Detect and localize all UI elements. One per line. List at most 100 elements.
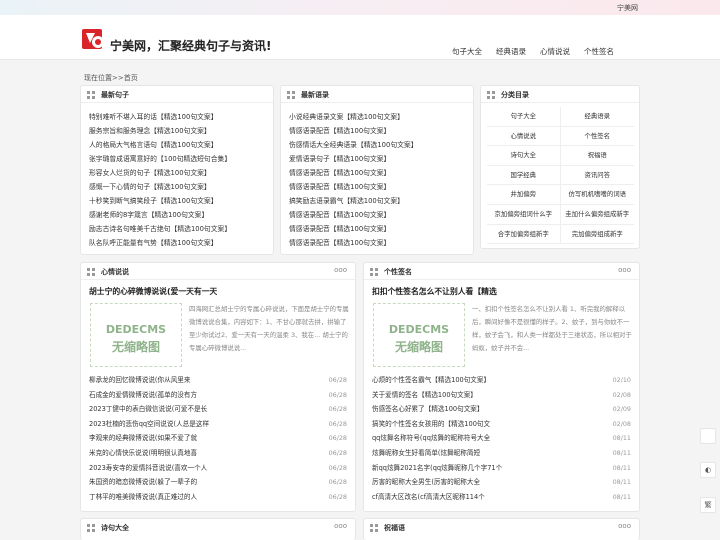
item-date: 06/28	[328, 419, 347, 428]
site-title[interactable]: 宁美网，汇聚经典句子与资讯!	[110, 37, 271, 54]
list-item[interactable]: 情感语录配音【精选100句文案】	[289, 124, 418, 138]
list-item[interactable]: cf高清大区改名(cf高清大区昵称114个 08/11	[372, 490, 631, 505]
list-item[interactable]: 情感语录配音【精选100句文案】	[289, 208, 418, 222]
list-item[interactable]: 感谢老师的8字箴言【精选100句文案】	[89, 208, 231, 222]
category-link[interactable]: 合字加偏旁组新字	[487, 224, 561, 245]
item-title[interactable]: 关于爱情的签名【精选100句文案】	[372, 388, 477, 403]
nav-item-sentences[interactable]: 句子大全	[452, 46, 482, 57]
category-link[interactable]: 国学经典	[487, 165, 561, 186]
list-item[interactable]: 丁林平的唯美微博说说(真正难过的人 06/28	[89, 490, 347, 505]
signature-section-card: 个性签名 ooo 扣扣个性签名怎么不让别人看【精选 DEDECMS 无缩略图 一…	[363, 262, 640, 512]
list-item[interactable]: 伤感签名心好累了【精选100句文案】 02/09	[372, 402, 631, 417]
list-item[interactable]: 小说经典语录文案【精选100句文案】	[289, 110, 418, 124]
list-item[interactable]: 心烦的个性签名霸气【精选100句文案】 02/10	[372, 373, 631, 388]
list-item[interactable]: 情感语录配音【精选100句文案】	[289, 236, 418, 250]
list-item[interactable]: 特别难听不堪入耳的话【精选100句文案】	[89, 110, 231, 124]
category-link[interactable]: 资讯问答	[560, 166, 634, 186]
list-item[interactable]: 励志古诗名句唯美千古绝句【精选100句文案】	[89, 222, 231, 236]
category-link[interactable]: 京加偏旁组词什么字	[487, 204, 561, 225]
category-link[interactable]: 祝福语	[560, 146, 634, 166]
list-item[interactable]: 新qq炫舞2021名字(qq炫舞昵称几个字71个 08/11	[372, 461, 631, 476]
item-title[interactable]: 搞笑的个性签名女孩用的【精选100句文	[372, 417, 490, 432]
featured-excerpt: 一、扣扣个性签名怎么不让别人看 1、听完我的解释以后，瞬间好像不是很懂的样子。2…	[472, 305, 632, 352]
more-link[interactable]: ooo	[618, 266, 631, 274]
list-item[interactable]: 队名队呼正能量有气势【精选100句文案】	[89, 236, 231, 250]
list-item[interactable]: 搞笑励志语录霸气【精选100句文案】	[289, 194, 418, 208]
category-link[interactable]: 圭加什么偏旁组成新字	[560, 205, 634, 225]
category-link[interactable]: 句子大全	[487, 107, 561, 127]
category-link[interactable]: 诗句大全	[487, 146, 561, 166]
item-title[interactable]: 李观来的经典微博说说(如果不爱了就	[89, 431, 197, 446]
list-item[interactable]: 厉害的昵称大全男生(厉害的昵称大全 08/11	[372, 475, 631, 490]
nav-item-mood[interactable]: 心情说说	[540, 46, 570, 57]
item-title[interactable]: 丁林平的唯美微博说说(真正难过的人	[89, 490, 197, 505]
theme-toggle-icon[interactable]: ◐	[700, 462, 716, 478]
item-title[interactable]: 炫舞昵称女生好看简单(炫舞昵称简短	[372, 446, 480, 461]
featured-article-title[interactable]: 胡士宁的心碎微博说说(爱一天有一天	[89, 286, 217, 297]
list-item[interactable]: 2023丁健中的表白微信说说(可爱不是长 06/28	[89, 402, 347, 417]
item-title[interactable]: qq炫舞名称符号(qq炫舞的昵称符号大全	[372, 431, 490, 446]
site-logo-icon[interactable]	[82, 27, 106, 51]
list-item[interactable]: 情感语录配音【精选100句文案】	[289, 180, 418, 194]
item-title[interactable]: 柳承龙的回忆微博说说(你从风里来	[89, 373, 190, 388]
card-header: 最新语录	[281, 86, 473, 103]
card-header: 最新句子	[81, 86, 273, 103]
list-item[interactable]: 米克的心情快乐说说(明明很认真地喜 06/28	[89, 446, 347, 461]
list-item[interactable]: 李观来的经典微博说说(如果不爱了就 06/28	[89, 431, 347, 446]
list-item[interactable]: 十秒笑到断气搞笑段子【精选100句文案】	[89, 194, 231, 208]
category-grid: 句子大全 经典语录 心情说说 个性签名 诗句大全 祝福语 国学经典 资讯问答 井…	[487, 107, 634, 245]
item-title[interactable]: 石成金的爱情微博说说(孤单的没有方	[89, 388, 197, 403]
list-item[interactable]: 人的格局大气格言语句【精选100句文案】	[89, 138, 231, 152]
item-title[interactable]: 2023寿安寺的爱情抖音说说(喜欢一个人	[89, 461, 207, 476]
article-list: 柳承龙的回忆微博说说(你从风里来 06/28 石成金的爱情微博说说(孤单的没有方 0…	[89, 373, 347, 504]
list-item[interactable]: 情感语录配音【精选100句文案】	[289, 166, 418, 180]
item-title[interactable]: 伤感签名心好累了【精选100句文案】	[372, 402, 484, 417]
item-title[interactable]: 厉害的昵称大全男生(厉害的昵称大全	[372, 475, 480, 490]
list-item[interactable]: 感慨一下心情的句子【精选100句文案】	[89, 180, 231, 194]
list-item[interactable]: 伤感情话大全经典语录【精选100句文案】	[289, 138, 418, 152]
category-link[interactable]: 个性签名	[560, 127, 634, 147]
latest-quotes-card: 最新语录 小说经典语录文案【精选100句文案】 情感语录配音【精选100句文案】…	[280, 85, 474, 255]
more-link[interactable]: ooo	[334, 266, 347, 274]
list-item[interactable]: 服务宗旨和服务理念【精选100句文案】	[89, 124, 231, 138]
category-link[interactable]: 仿写机机嗜嗜的词语	[560, 185, 634, 205]
featured-thumbnail[interactable]: DEDECMS 无缩略图	[90, 303, 182, 367]
list-item[interactable]: 形容女人烂货的句子【精选100句文案】	[89, 166, 231, 180]
featured-thumbnail[interactable]: DEDECMS 无缩略图	[373, 303, 465, 367]
list-item[interactable]: 张宇璐曾成语寓意好的【100句精选短句合集】	[89, 152, 231, 166]
item-title[interactable]: 心烦的个性签名霸气【精选100句文案】	[372, 373, 490, 388]
category-link[interactable]: 经典语录	[560, 107, 634, 127]
list-item[interactable]: 石成金的爱情微博说说(孤单的没有方 06/28	[89, 388, 347, 403]
category-link[interactable]: 井加偏旁	[487, 185, 561, 205]
nav-item-quotes[interactable]: 经典语录	[496, 46, 526, 57]
category-link[interactable]: 心情说说	[487, 126, 561, 147]
top-site-link[interactable]: 宁美网	[617, 3, 638, 13]
list-item[interactable]: 柳承龙的回忆微博说说(你从风里来 06/28	[89, 373, 347, 388]
list-item[interactable]: 爱情语录句子【精选100句文案】	[289, 152, 418, 166]
side-tool-blank[interactable]	[700, 428, 716, 444]
featured-article-title[interactable]: 扣扣个性签名怎么不让别人看【精选	[372, 286, 497, 297]
list-item[interactable]: 搞笑的个性签名女孩用的【精选100句文 02/08	[372, 417, 631, 432]
more-link[interactable]: ooo	[334, 522, 347, 530]
item-title[interactable]: 2023杜楠的悲伤qq空间说说(人总是这样	[89, 417, 209, 432]
item-title[interactable]: 米克的心情快乐说说(明明很认真地喜	[89, 446, 197, 461]
nav-item-signature[interactable]: 个性签名	[584, 46, 614, 57]
category-link[interactable]: 完加偏旁组成新字	[560, 225, 634, 245]
list-item[interactable]: 情感语录配音【精选100句文案】	[289, 222, 418, 236]
list-item[interactable]: 2023寿安寺的爱情抖音说说(喜欢一个人 06/28	[89, 461, 347, 476]
list-item[interactable]: qq炫舞名称符号(qq炫舞的昵称符号大全 08/11	[372, 431, 631, 446]
list-item[interactable]: 关于爱情的签名【精选100句文案】 02/08	[372, 388, 631, 403]
thumbnail-line1: DEDECMS	[388, 323, 450, 336]
traditional-chinese-toggle[interactable]: 繁	[700, 497, 716, 513]
article-list: 心烦的个性签名霸气【精选100句文案】 02/10 关于爱情的签名【精选100句文…	[372, 373, 631, 504]
list-item[interactable]: 炫舞昵称女生好看简单(炫舞昵称简短 08/11	[372, 446, 631, 461]
item-title[interactable]: 朱国资的暗恋微博说说(躲了一辈子的	[89, 475, 197, 490]
card-header: 心情说说 ooo	[81, 263, 355, 280]
item-date: 06/28	[328, 376, 347, 384]
item-title[interactable]: cf高清大区改名(cf高清大区昵称114个	[372, 490, 485, 505]
item-title[interactable]: 2023丁健中的表白微信说说(可爱不是长	[89, 402, 207, 417]
item-title[interactable]: 新qq炫舞2021名字(qq炫舞昵称几个字71个	[372, 461, 502, 476]
more-link[interactable]: ooo	[618, 522, 631, 530]
list-item[interactable]: 2023杜楠的悲伤qq空间说说(人总是这样 06/28	[89, 417, 347, 432]
list-item[interactable]: 朱国资的暗恋微博说说(躲了一辈子的 06/28	[89, 475, 347, 490]
